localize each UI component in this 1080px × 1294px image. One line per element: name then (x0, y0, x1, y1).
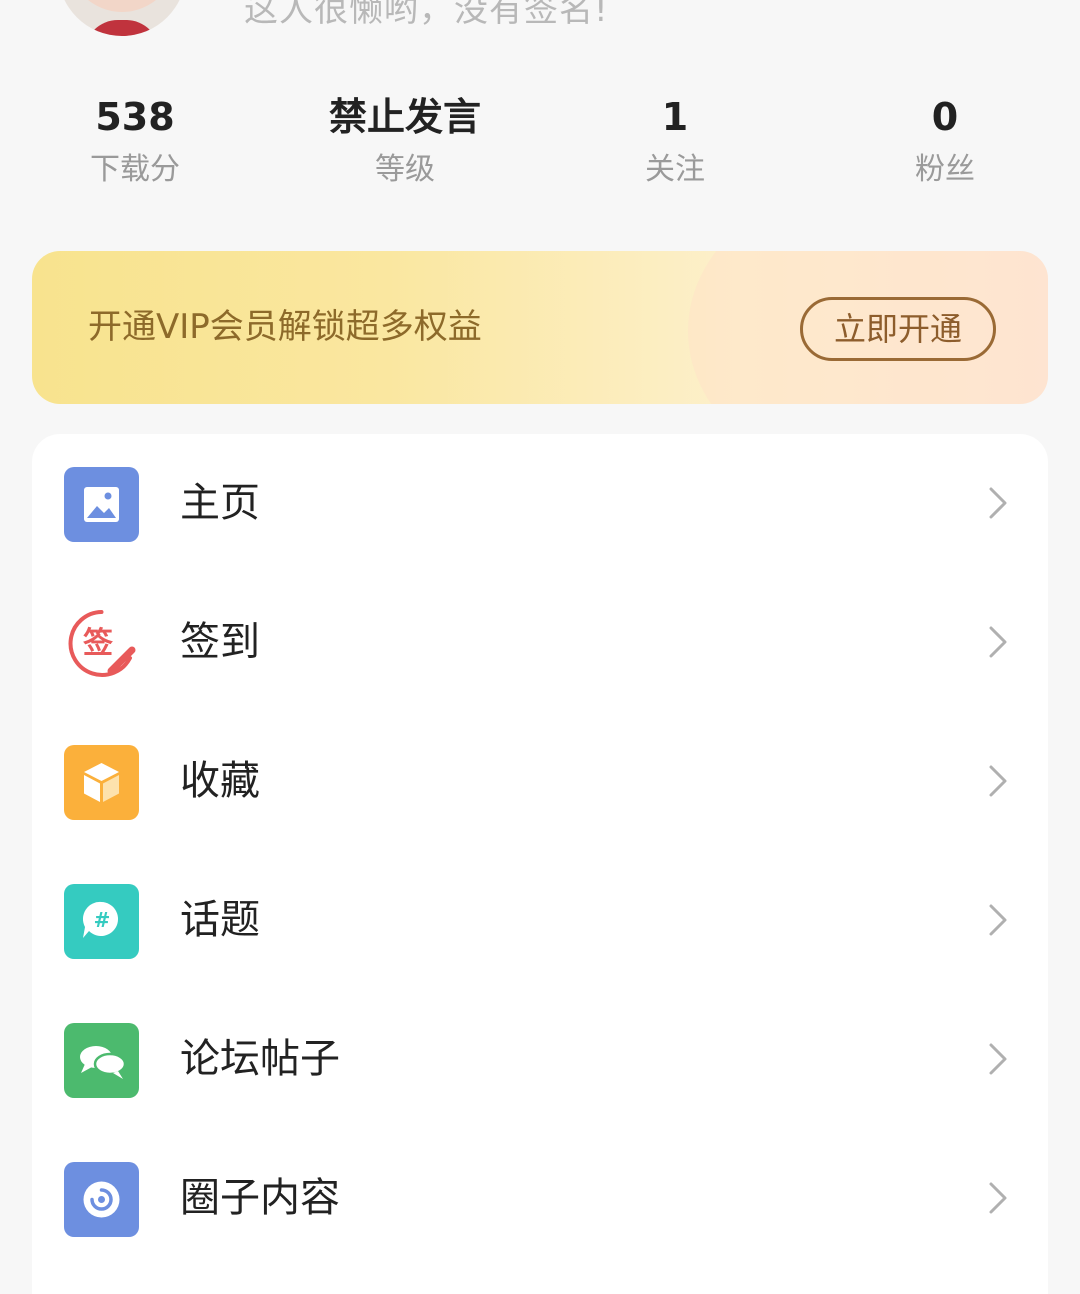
stat-label: 粉丝 (915, 152, 975, 187)
stat-label: 下载分 (90, 152, 180, 187)
circle-icon (64, 1162, 139, 1237)
menu-item-label: 论坛帖子 (180, 1036, 340, 1082)
menu-item-label: 签到 (180, 619, 260, 665)
stat-value: 1 (661, 95, 689, 139)
stat-level[interactable]: 禁止发言 等级 (275, 90, 535, 192)
menu-item-label: 主页 (180, 480, 260, 526)
chevron-right-icon (982, 625, 1012, 659)
menu-item-label: 话题 (180, 897, 260, 943)
stats-row: 538 下载分 禁止发言 等级 1 关注 0 粉丝 (0, 90, 1080, 200)
chevron-right-icon (982, 1042, 1012, 1076)
chevron-right-icon (982, 1181, 1012, 1215)
menu-item-label: 圈子内容 (180, 1175, 340, 1221)
chat-icon (64, 1023, 139, 1098)
sign-in-icon: 签 (64, 606, 139, 681)
avatar[interactable] (58, 0, 186, 36)
chevron-right-icon (982, 486, 1012, 520)
menu-item-circle-content[interactable]: 圈子内容 (32, 1129, 1048, 1268)
vip-banner[interactable]: 开通VIP会员解锁超多权益 立即开通 (32, 251, 1048, 404)
box-icon (64, 745, 139, 820)
stat-following[interactable]: 1 关注 (545, 90, 805, 192)
profile-signature: 这人很懒哟，没有签名! (244, 0, 609, 30)
menu-item-label: 收藏 (180, 758, 260, 804)
stat-download-points[interactable]: 538 下载分 (5, 90, 265, 192)
stat-label: 关注 (645, 152, 705, 187)
chevron-right-icon (982, 764, 1012, 798)
vip-promo-text: 开通VIP会员解锁超多权益 (88, 307, 482, 347)
stat-value: 538 (95, 95, 175, 139)
stat-label: 等级 (375, 152, 435, 187)
menu-item-homepage[interactable]: 主页 (32, 434, 1048, 573)
image-icon (64, 467, 139, 542)
topic-icon: # (64, 884, 139, 959)
topic-glyph: # (94, 908, 111, 932)
menu-item-forum-posts[interactable]: 论坛帖子 (32, 990, 1048, 1129)
avatar-face (68, 0, 176, 12)
chevron-right-icon (982, 903, 1012, 937)
menu-item-topics[interactable]: # 话题 (32, 851, 1048, 990)
menu-item-favorites[interactable]: 收藏 (32, 712, 1048, 851)
stat-value: 禁止发言 (328, 95, 481, 139)
avatar-shirt (84, 20, 160, 36)
vip-open-button[interactable]: 立即开通 (800, 297, 996, 361)
stat-fans[interactable]: 0 粉丝 (815, 90, 1075, 192)
menu-item-sign-in[interactable]: 签 签到 (32, 573, 1048, 712)
menu-card: 主页 签 签到 收藏 # 话题 论坛帖子 圈子内容 (32, 434, 1048, 1294)
sign-in-glyph: 签 (83, 626, 113, 661)
stat-value: 0 (931, 95, 959, 139)
